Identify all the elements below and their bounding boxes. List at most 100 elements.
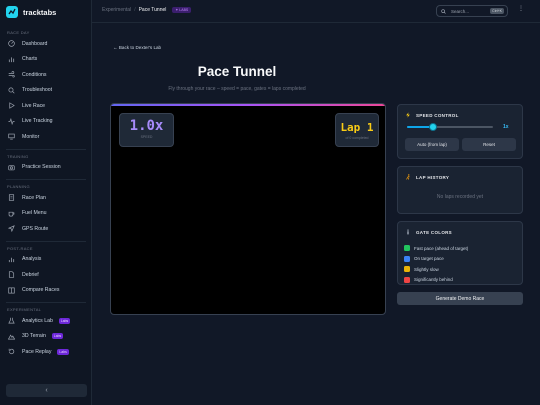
wind-icon: [8, 71, 15, 78]
file-icon: [8, 271, 15, 278]
section-divider: [6, 240, 86, 242]
gate-colors-title: GATE COLORS: [405, 229, 452, 235]
speed-slider-handle[interactable]: [428, 123, 437, 131]
sidebar-item-label: 3D Terrain: [22, 333, 46, 340]
columns-icon: [8, 287, 15, 294]
breadcrumb-current: Pace Tunnel: [138, 7, 167, 13]
sidebar-item-charts[interactable]: Charts: [0, 52, 92, 68]
sidebar-item-live-race[interactable]: Live Race: [0, 98, 92, 114]
collapse-sidebar-button[interactable]: ‹: [6, 384, 87, 397]
play-icon: [9, 102, 15, 109]
page-subtitle: Fly through your race – speed = pace, ga…: [168, 86, 306, 92]
section-divider: [6, 148, 86, 150]
dashboard-icon: [8, 40, 15, 47]
search-placeholder: Search...: [451, 8, 470, 14]
search-icon: [441, 8, 446, 14]
legend-swatch: [404, 255, 410, 262]
breadcrumb-parent[interactable]: Experimental: [102, 7, 131, 13]
chevron-left-icon: ‹: [45, 387, 48, 394]
sidebar-item-label: Practice Session: [22, 164, 61, 171]
auto-from-lap-button[interactable]: Auto (from lap): [405, 138, 459, 151]
speed-label: SPEED: [140, 135, 153, 139]
navigation-icon: [8, 225, 15, 233]
sidebar-item-label: Monitor: [22, 133, 40, 140]
bar-chart-icon: [8, 257, 15, 262]
legend-item-slightly-slow: Slightly slow: [404, 264, 468, 275]
reset-button[interactable]: Reset: [462, 138, 516, 151]
sidebar-item-label: Pace Replay: [22, 348, 52, 355]
back-link[interactable]: ← Back to Dexter's Lab: [113, 45, 161, 50]
legend-swatch: [404, 276, 410, 283]
app-name: tracktabs: [23, 7, 57, 17]
gate-colors-title-text: GATE COLORS: [416, 229, 452, 235]
legend-label: Significantly behind: [414, 277, 453, 283]
legend-item-on-target: On target pace: [404, 254, 468, 265]
speed-card: 1.0x SPEED: [119, 113, 174, 147]
sidebar-item-analysis[interactable]: Analysis: [0, 252, 92, 268]
sidebar-item-debrief[interactable]: Debrief: [0, 267, 92, 283]
gate-colors-panel: GATE COLORS Fast pace (ahead of target) …: [397, 221, 523, 285]
sidebar-nav: RACE DAY Dashboard Charts Conditions Tro…: [0, 27, 92, 376]
search-input[interactable]: Search... Ctrl+K: [436, 5, 508, 17]
lap-value: Lap 1: [340, 121, 374, 134]
more-menu-icon[interactable]: ⋮: [518, 5, 524, 12]
labs-badge: Labs: [57, 348, 69, 355]
brand[interactable]: tracktabs: [6, 5, 56, 19]
monitor-icon: [8, 133, 15, 140]
lightning-icon: [406, 112, 410, 118]
mountain-icon: [8, 334, 15, 340]
sidebar-item-monitor[interactable]: Monitor: [0, 129, 92, 145]
section-title-post-race: POST-RACE: [7, 245, 33, 251]
sidebar-item-compare-races[interactable]: Compare Races: [0, 283, 92, 299]
speed-control-title: SPEED CONTROL: [405, 112, 459, 118]
breadcrumb: Experimental / Pace Tunnel ✦ LABS: [102, 7, 192, 13]
sidebar-item-troubleshoot[interactable]: Troubleshoot: [0, 83, 92, 99]
sidebar-item-conditions[interactable]: Conditions: [0, 67, 92, 83]
sidebar-item-label: Charts: [22, 56, 38, 63]
section-title-race-day: RACE DAY: [7, 30, 30, 35]
section-divider: [6, 179, 86, 180]
sidebar-item-label: Analytics Lab: [22, 317, 53, 324]
lap-history-title: LAP HISTORY: [405, 174, 449, 180]
lap-label: of 0 completed: [345, 136, 369, 140]
legend-item-fast: Fast pace (ahead of target): [404, 243, 468, 254]
runner-icon: [406, 174, 410, 180]
section-title-training: TRAINING: [7, 153, 29, 159]
bar-chart-icon: [8, 57, 15, 62]
page-title: Pace Tunnel: [197, 64, 277, 79]
sidebar-item-label: Live Race: [22, 102, 46, 109]
sidebar-item-dashboard[interactable]: Dashboard: [0, 36, 92, 52]
sidebar-item-analytics-lab[interactable]: Analytics Lab Labs: [0, 313, 92, 329]
top-bar: Experimental / Pace Tunnel ✦ LABS Search…: [92, 0, 540, 23]
sidebar-item-label: Analysis: [22, 256, 42, 263]
lap-history-panel: LAP HISTORY No laps recorded yet: [397, 166, 523, 214]
tunnel-accent-bar: [111, 104, 385, 106]
sidebar-item-3d-terrain[interactable]: 3D Terrain Labs: [0, 329, 92, 345]
legend-label: Slightly slow: [414, 266, 439, 272]
sidebar-item-practice-session[interactable]: Practice Session: [0, 160, 92, 176]
flask-icon: [8, 317, 15, 324]
activity-icon: [8, 117, 15, 125]
section-title-planning: PLANNING: [7, 184, 30, 189]
legend-swatch: [404, 266, 410, 273]
sidebar-item-race-plan[interactable]: Race Plan: [0, 190, 92, 206]
sidebar-item-gps-route[interactable]: GPS Route: [0, 221, 92, 237]
sidebar: tracktabs RACE DAY Dashboard Charts Cond…: [0, 0, 92, 405]
speed-slider[interactable]: [407, 123, 493, 131]
sidebar-item-label: GPS Route: [22, 225, 49, 232]
labs-badge: Labs: [51, 333, 64, 340]
sidebar-item-fuel-menu[interactable]: Fuel Menu: [0, 206, 92, 222]
lap-history-empty: No laps recorded yet: [436, 194, 484, 200]
sidebar-item-label: Conditions: [22, 71, 47, 78]
lap-history-title-text: LAP HISTORY: [416, 174, 450, 180]
generate-demo-race-button[interactable]: Generate Demo Race: [397, 292, 523, 305]
sidebar-item-label: Live Tracking: [22, 118, 53, 125]
speed-control-panel: SPEED CONTROL 1x Auto (from lap) Reset: [397, 104, 523, 159]
lap-card: Lap 1 of 0 completed: [335, 113, 379, 147]
sidebar-item-label: Dashboard: [22, 40, 48, 47]
sidebar-item-pace-replay[interactable]: Pace Replay Labs: [0, 344, 92, 360]
tunnel-viewport[interactable]: 1.0x SPEED Lap 1 of 0 completed: [110, 103, 386, 315]
document-icon: [8, 194, 15, 201]
sidebar-item-label: Debrief: [22, 271, 39, 278]
sidebar-item-live-tracking[interactable]: Live Tracking: [0, 114, 92, 130]
